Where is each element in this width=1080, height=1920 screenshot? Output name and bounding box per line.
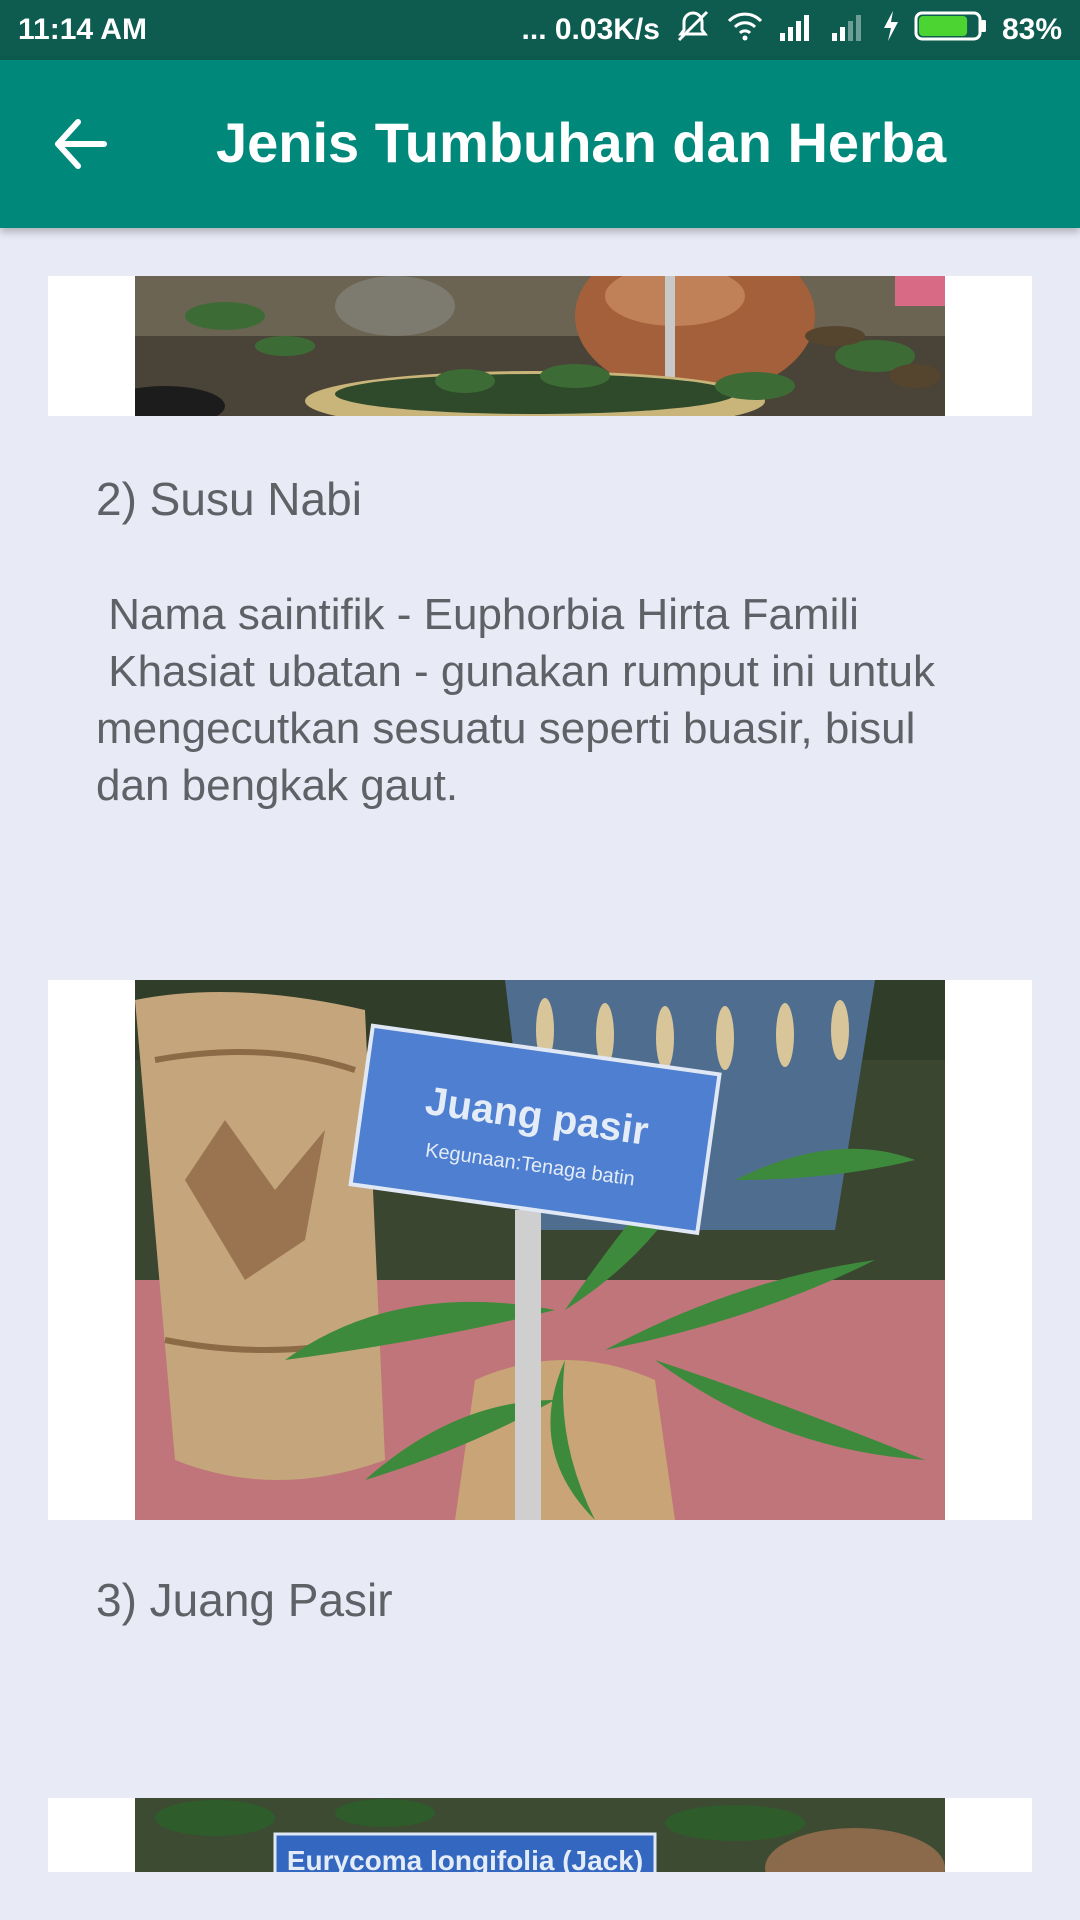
signal-icon-2 [830,11,868,49]
plant-image-card: Eurycoma longifolia (Jack) [48,1798,1032,1872]
status-bar: 11:14 AM ... 0.03K/s 83% [0,0,1080,60]
content-list[interactable]: 2) Susu Nabi Nama saintifik - Euphorbia … [0,228,1080,1920]
plant-image-card: Juang pasir Kegunaan:Tenaga batin [48,980,1032,1520]
item-title-susu-nabi: 2) Susu Nabi [96,473,362,525]
app-bar: Jenis Tumbuhan dan Herba [0,60,1080,228]
item-title-juang-pasir: 3) Juang Pasir [96,1574,393,1626]
wifi-icon [726,9,764,51]
charging-icon [882,10,900,50]
item-description-susu-nabi: Nama saintifik - Euphorbia Hirta Famili … [96,590,935,810]
mute-icon [674,7,712,53]
plant-image-card [48,276,1032,416]
page-title: Jenis Tumbuhan dan Herba [216,111,947,174]
plant-photo: Eurycoma longifolia (Jack) [135,1798,945,1872]
network-speed: ... 0.03K/s [521,13,660,46]
plant-photo: Juang pasir Kegunaan:Tenaga batin [135,980,945,1520]
sign-title: Eurycoma longifolia (Jack) [287,1845,643,1872]
status-icons: ... 0.03K/s 83% [522,8,1062,52]
battery-icon [914,11,988,49]
status-time: 11:14 AM [18,13,147,46]
plant-photo [135,276,945,416]
battery-percent: 83% [1001,13,1062,46]
back-button[interactable] [48,112,112,176]
signal-icon [778,11,816,49]
battery-fill [918,16,968,36]
arrow-back-icon [55,119,107,169]
